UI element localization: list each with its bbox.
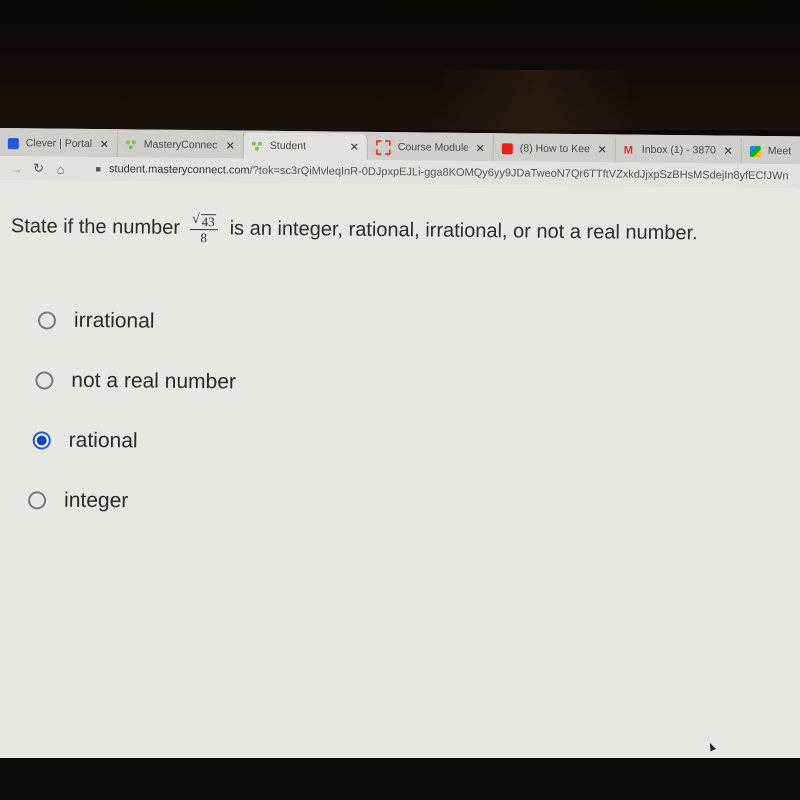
option-label: irrational (73, 308, 155, 333)
answer-options: irrational not a real number rational in… (28, 290, 237, 532)
close-icon[interactable]: ✕ (724, 144, 733, 157)
tab-title: MasteryConnect (143, 138, 218, 152)
close-icon[interactable]: ✕ (100, 138, 109, 151)
tab-title: Course Modules (397, 141, 468, 154)
monitor-bezel-bottom (0, 758, 800, 800)
question-prompt: State if the number √ 43 8 is an integer… (11, 210, 698, 250)
url-path: /?tok=sc3rQiMvleqInR-0DJpxpEJLi-gga8KOMQ… (249, 164, 789, 183)
forward-icon[interactable]: → (6, 161, 28, 176)
tab-title: (8) How to Keep (519, 142, 590, 156)
home-icon[interactable]: ⌂ (49, 161, 71, 176)
question-suffix: is an integer, rational, irrational, or … (229, 217, 698, 245)
clever-icon (7, 137, 19, 149)
tab-meet[interactable]: Meet (741, 137, 800, 165)
option-integer[interactable]: integer (28, 470, 235, 532)
tab-youtube[interactable]: (8) How to Keep ✕ (493, 135, 616, 163)
radio-button[interactable] (37, 311, 57, 330)
screen-glare (430, 70, 640, 135)
fraction-denominator: 8 (200, 230, 208, 246)
reload-icon[interactable]: ↻ (27, 160, 49, 176)
option-label: rational (68, 428, 138, 453)
assessment-content: State if the number √ 43 8 is an integer… (0, 179, 800, 769)
tab-masteryconnect[interactable]: MasteryConnect ✕ (117, 131, 244, 159)
close-icon[interactable]: ✕ (350, 140, 359, 153)
radio-button[interactable] (35, 371, 54, 390)
option-label: integer (63, 488, 129, 513)
tab-clever-portal[interactable]: Clever | Portal ✕ (0, 129, 118, 158)
close-icon[interactable]: ✕ (476, 141, 485, 154)
url-field[interactable]: student.masteryconnect.com/?tok=sc3rQiMv… (109, 163, 789, 182)
masteryconnect-icon (252, 140, 263, 151)
youtube-icon (501, 142, 513, 154)
radicand: 43 (200, 214, 216, 230)
sqrt-symbol: √ (191, 212, 200, 228)
option-not-a-real-number[interactable]: not a real number (35, 350, 236, 412)
tab-gmail-inbox[interactable]: M Inbox (1) - 38703 ✕ (615, 136, 742, 164)
meet-icon (749, 145, 761, 157)
lock-icon: ■ (95, 164, 102, 175)
fraction-numerator: √ 43 (189, 211, 218, 231)
close-icon[interactable]: ✕ (598, 143, 607, 156)
radio-button-selected[interactable] (32, 431, 51, 450)
fraction: √ 43 8 (189, 211, 218, 246)
mouse-cursor (707, 741, 716, 752)
tab-title: Clever | Portal (25, 137, 92, 150)
radio-button[interactable] (28, 491, 47, 510)
question-prefix: State if the number (10, 215, 181, 239)
tab-course-modules[interactable]: Course Modules ✕ (367, 133, 494, 162)
monitor-bezel-top (0, 0, 800, 130)
canvas-icon (375, 139, 391, 155)
tab-title: Meet (767, 145, 792, 158)
url-host: student.masteryconnect.com (108, 163, 250, 177)
browser-window: Clever | Portal ✕ MasteryConnect ✕ Stude… (0, 128, 800, 769)
option-label: not a real number (71, 368, 237, 394)
tab-student[interactable]: Student ✕ (243, 132, 368, 160)
tab-title: Inbox (1) - 38703 (641, 143, 716, 157)
close-icon[interactable]: ✕ (226, 139, 235, 152)
option-rational[interactable]: rational (32, 410, 235, 472)
option-irrational[interactable]: irrational (37, 290, 237, 352)
tab-title: Student (269, 139, 307, 153)
gmail-icon: M (623, 144, 634, 157)
masteryconnect-icon (126, 139, 137, 150)
